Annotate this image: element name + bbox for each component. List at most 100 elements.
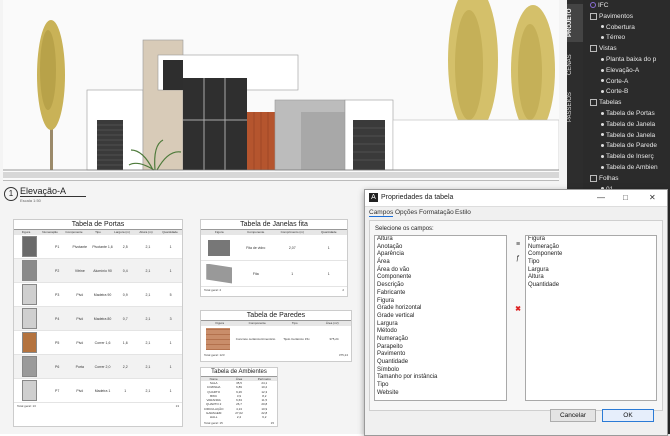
tree-item[interactable]: Corte-A xyxy=(601,77,628,86)
close-icon[interactable]: ✕ xyxy=(649,193,656,202)
tab-cenas[interactable]: CENAS xyxy=(567,50,583,80)
available-field-item[interactable]: Método xyxy=(375,328,506,336)
available-field-item[interactable]: Área xyxy=(375,259,506,267)
available-field-item[interactable]: Descrição xyxy=(375,282,506,290)
selected-field-item[interactable]: Numeração xyxy=(526,244,656,252)
table-cell: Alumínio 90 xyxy=(93,268,112,273)
tree-item[interactable]: Corte-B xyxy=(601,87,628,96)
rooms-total-value: 15 xyxy=(270,420,274,425)
table-row[interactable]: HALL 2,4 6,2 xyxy=(201,415,277,419)
available-field-item[interactable]: Fabricante xyxy=(375,290,506,298)
available-field-item[interactable]: Altura xyxy=(375,236,506,244)
available-field-item[interactable]: Figura xyxy=(375,298,506,306)
table-cell: 6,2 xyxy=(262,415,267,420)
walls-table[interactable]: Tabela de Paredes Figura Componente Tipo Ár… xyxy=(200,310,352,362)
tree-item[interactable]: IFC xyxy=(590,1,608,10)
available-field-item[interactable]: Quantidade xyxy=(375,359,506,367)
tab-passeios[interactable]: PASSEIOS xyxy=(567,88,583,126)
tab-formatacao[interactable]: Formatação xyxy=(419,209,454,216)
walls-table-header: Figura Componente Tipo Área (m²) xyxy=(201,321,351,326)
available-field-item[interactable]: Grade horizontal xyxy=(375,305,506,313)
tree-item[interactable]: Tabela de Ambien xyxy=(601,163,658,172)
tab-projeto[interactable]: PROJETO xyxy=(567,4,583,42)
available-field-item[interactable]: Pavimento xyxy=(375,351,506,359)
tree-item[interactable]: Tabela de Inserç xyxy=(601,152,654,161)
table-row[interactable]: P7 Pivô Madeira 1 1 2,1 1 xyxy=(14,379,182,403)
tree-item-label: Tabela de Portas xyxy=(606,110,655,117)
add-field-icon[interactable]: ≡ xyxy=(511,241,525,251)
available-field-item[interactable]: Anotação xyxy=(375,244,506,252)
available-field-item[interactable]: Tamanho por instância xyxy=(375,374,506,382)
tree-item-label: Corte-A xyxy=(606,77,629,85)
tree-item[interactable]: Tabela de Janela xyxy=(601,131,655,140)
table-cell: 1 xyxy=(291,271,294,276)
selected-field-item[interactable]: Figura xyxy=(526,236,656,244)
selected-field-item[interactable]: Quantidade xyxy=(526,282,656,290)
cancel-button[interactable]: Cancelar xyxy=(550,409,596,422)
available-field-item[interactable]: Componente xyxy=(375,274,506,282)
available-field-item[interactable]: Símbolo xyxy=(375,367,506,375)
tree-item[interactable]: Tabela de Portas xyxy=(601,109,655,118)
table-row[interactable]: Fita 1 1 xyxy=(201,261,347,287)
tab-opcoes[interactable]: Opções xyxy=(395,209,417,216)
rooms-table-footer: Total geral: 15 15 xyxy=(201,420,277,426)
tree-item[interactable]: Pavimentos xyxy=(590,12,633,21)
table-row[interactable]: P3 Pivô Madeira 90 0,9 2,1 5 xyxy=(14,283,182,307)
table-row[interactable]: P4 Pivô Madeira 80 0,7 2,1 3 xyxy=(14,307,182,331)
add-function-icon[interactable]: ƒ xyxy=(511,255,525,265)
table-header-cell: Quantidade xyxy=(162,230,178,234)
tree-item[interactable]: Folhas xyxy=(590,174,619,183)
tab-estilo[interactable]: Estilo xyxy=(455,209,471,216)
remove-field-icon[interactable]: ✖ xyxy=(511,305,525,315)
available-field-item[interactable]: Largura xyxy=(375,321,506,329)
minimize-icon[interactable]: — xyxy=(597,193,605,202)
available-field-item[interactable]: Aparência xyxy=(375,251,506,259)
available-fields-list[interactable]: Altura Anotação Aparência Área Área do vão Co… xyxy=(374,235,507,401)
tree-item[interactable]: Tabela de Parede xyxy=(601,141,657,150)
available-field-item[interactable]: Website xyxy=(375,390,506,398)
tree-item[interactable]: Cobertura xyxy=(601,23,635,32)
available-field-item[interactable]: Área do vão xyxy=(375,267,506,275)
table-row[interactable]: P5 Pivô Correr 1,6 1,6 2,1 1 xyxy=(14,331,182,355)
table-header-cell: Componente xyxy=(248,321,266,325)
tree-item[interactable]: Tabelas xyxy=(590,98,621,107)
selected-field-item[interactable]: Tipo xyxy=(526,259,656,267)
dialog-title-bar: A Propriedades da tabela — □ ✕ xyxy=(365,190,667,207)
maximize-icon[interactable]: □ xyxy=(623,193,628,202)
door-thumbnail xyxy=(14,356,46,377)
tree-item[interactable]: Elevação-A xyxy=(601,66,639,75)
dot-icon xyxy=(601,133,604,137)
available-field-item[interactable]: Numeração xyxy=(375,336,506,344)
tree-item[interactable]: Planta baixa do p xyxy=(601,55,656,64)
available-field-item[interactable]: Grade vertical xyxy=(375,313,506,321)
table-row[interactable]: P2 Vitrine Alumínio 90 0,4 2,1 1 xyxy=(14,259,182,283)
dot-icon xyxy=(601,68,604,72)
available-field-item[interactable]: Tipo xyxy=(375,382,506,390)
door-thumbnail xyxy=(14,260,46,281)
elevation-drawing xyxy=(3,0,560,181)
selected-field-item[interactable]: Componente xyxy=(526,251,656,259)
table-row[interactable]: P1 Pivotante Pivotante 1,6 2,5 2,1 1 xyxy=(14,235,182,259)
table-cell: Pivô xyxy=(76,292,84,297)
doors-table[interactable]: Tabela de Portas Figura Numeração Componen… xyxy=(13,219,183,427)
table-row[interactable]: P6 Porta Correr 2,0 2,2 2,1 1 xyxy=(14,355,182,379)
selected-field-item[interactable]: Altura xyxy=(526,274,656,282)
tree-item[interactable]: Térreo xyxy=(601,33,625,42)
available-field-item[interactable]: Parapeito xyxy=(375,344,506,352)
tree-item[interactable]: Vistas xyxy=(590,44,617,53)
select-fields-label: Selecione os campos: xyxy=(375,226,434,232)
door-thumbnail xyxy=(14,284,46,305)
tree-item[interactable]: Tabela de Janela xyxy=(601,120,655,129)
rooms-table[interactable]: Tabela de Ambientes Nome Área Perímetro SA… xyxy=(200,367,278,427)
table-cell: 2,1 xyxy=(145,340,151,345)
windows-table[interactable]: Tabela de Janelas fita Figura Componente C… xyxy=(200,219,348,297)
selected-field-item[interactable]: Largura xyxy=(526,267,656,275)
dot-icon xyxy=(601,57,604,61)
table-header-cell: Figura xyxy=(214,230,224,234)
tab-campos[interactable]: Campos xyxy=(369,209,394,217)
ok-button[interactable]: OK xyxy=(602,409,654,422)
selected-fields-list[interactable]: Figura Numeração Componente Tipo Largura Altu… xyxy=(525,235,657,401)
table-row[interactable]: Fita de vidro 2,07 1 xyxy=(201,235,347,261)
table-cell: 3 xyxy=(169,316,172,321)
door-image xyxy=(22,380,38,401)
